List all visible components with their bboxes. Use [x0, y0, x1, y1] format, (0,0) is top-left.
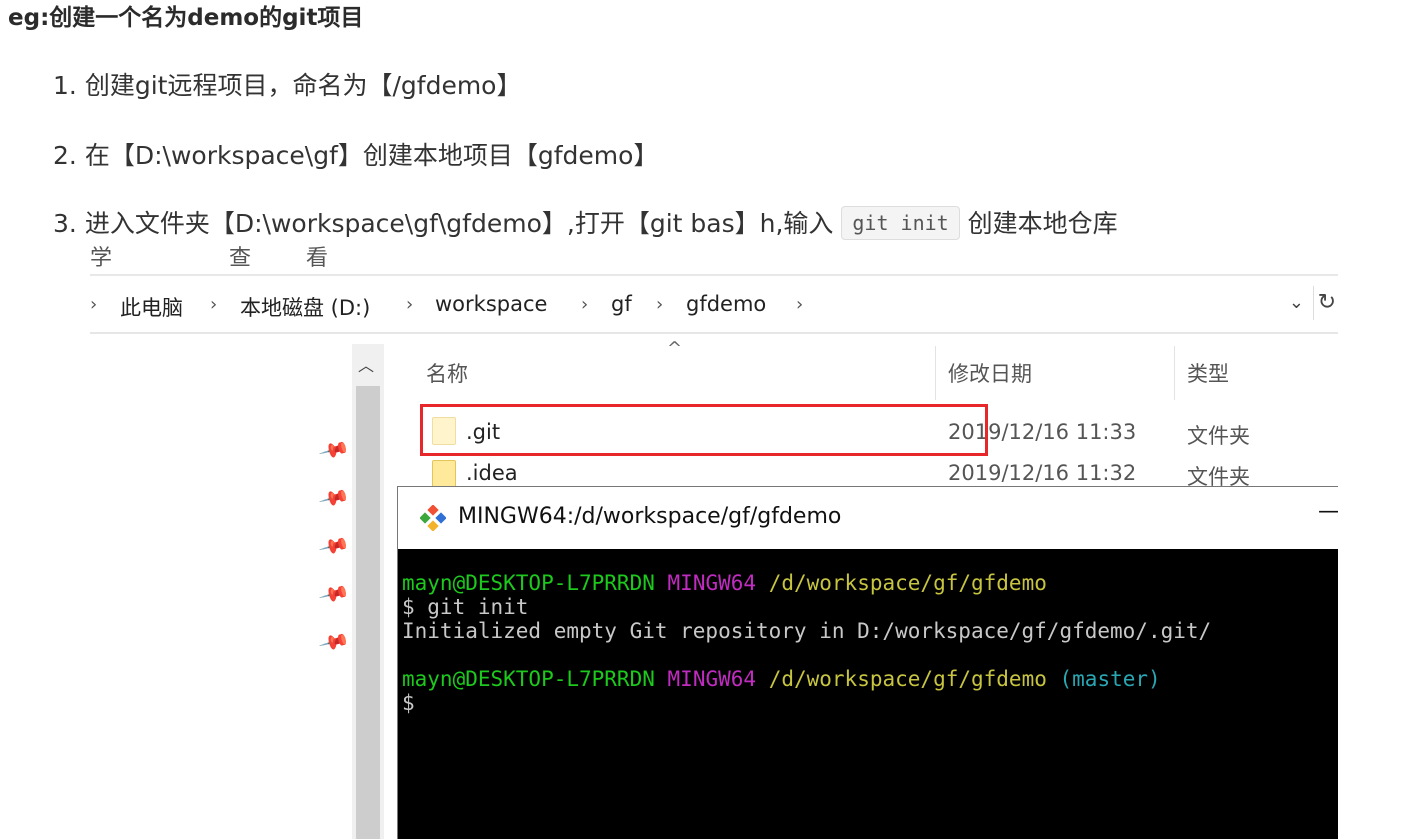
chevron-down-icon[interactable]: ⌄: [1289, 292, 1304, 313]
step-number: 2.: [53, 141, 77, 170]
chevron-right-icon: ›: [406, 294, 414, 315]
file-name: .idea: [466, 461, 518, 485]
prompt-user: mayn@DESKTOP-L7PRRDN: [402, 571, 655, 595]
terminal-title: MINGW64:/d/workspace/gf/gfdemo: [458, 504, 842, 529]
column-divider[interactable]: [935, 346, 936, 400]
chevron-right-icon: ›: [210, 294, 218, 315]
step-text: 创建git远程项目，命名为【/gfdemo】: [84, 71, 522, 100]
column-divider[interactable]: [1174, 346, 1175, 400]
ribbon-cut-text: 学 查看: [90, 246, 383, 271]
step-text: 进入文件夹【D:\workspace\gf\gfdemo】,打开【git bas…: [84, 209, 834, 238]
file-date: 2019/12/16 11:32: [948, 461, 1137, 485]
prompt-line: mayn@DESKTOP-L7PRRDN MINGW64 /d/workspac…: [402, 571, 1047, 595]
highlight-box: [420, 404, 988, 456]
step-text: 在【D:\workspace\gf】创建本地项目【gfdemo】: [84, 141, 659, 170]
address-bar[interactable]: › 此电脑 › 本地磁盘 (D:) › workspace › gf › gfd…: [90, 276, 1338, 334]
pin-icon[interactable]: 📌: [318, 433, 352, 466]
pin-icon[interactable]: 📌: [318, 481, 352, 514]
prompt-user: mayn@DESKTOP-L7PRRDN: [402, 667, 655, 691]
command-line: $ git init: [402, 595, 529, 619]
prompt-env: MINGW64: [667, 571, 757, 595]
pin-icon[interactable]: 📌: [318, 625, 352, 658]
step-item: 3. 进入文件夹【D:\workspace\gf\gfdemo】,打开【git b…: [53, 204, 1118, 242]
column-header-type[interactable]: 类型: [1187, 358, 1229, 388]
article-heading: eg:创建一个名为demo的git项目: [8, 5, 364, 31]
nav-scrollbar[interactable]: ︿: [352, 344, 384, 839]
chevron-up-icon[interactable]: ︿: [358, 352, 374, 376]
step-number: 1.: [53, 71, 77, 100]
step-item: 2. 在【D:\workspace\gf】创建本地项目【gfdemo】: [53, 136, 658, 172]
breadcrumb-item[interactable]: gf: [611, 292, 632, 316]
prompt-cursor: $: [402, 691, 415, 715]
chevron-right-icon: ›: [656, 294, 664, 315]
folder-icon: [432, 460, 456, 488]
prompt-path: /d/workspace/gf/gfdemo: [768, 667, 1047, 691]
minimize-icon[interactable]: —: [1318, 499, 1338, 524]
file-type: 文件夹: [1187, 424, 1250, 448]
chevron-right-icon: ›: [90, 294, 98, 315]
terminal-window[interactable]: MINGW64:/d/workspace/gf/gfdemo — mayn@DE…: [397, 486, 1338, 839]
breadcrumb-item[interactable]: 本地磁盘 (D:): [240, 292, 370, 322]
terminal-body[interactable]: mayn@DESKTOP-L7PRRDN MINGW64 /d/workspac…: [398, 549, 1338, 839]
prompt-path: /d/workspace/gf/gfdemo: [768, 571, 1047, 595]
column-header-date[interactable]: 修改日期: [948, 358, 1032, 388]
scrollbar-thumb[interactable]: [356, 386, 380, 839]
sort-ascending-icon: ^: [667, 338, 683, 359]
git-bash-icon: [420, 505, 446, 531]
explorer-screenshot: 学 查看 › 此电脑 › 本地磁盘 (D:) › workspace › gf …: [90, 240, 1338, 839]
refresh-icon[interactable]: ↻: [1318, 290, 1336, 315]
terminal-titlebar[interactable]: MINGW64:/d/workspace/gf/gfdemo —: [398, 487, 1338, 549]
pin-icon[interactable]: 📌: [318, 529, 352, 562]
step-text: 创建本地仓库: [967, 209, 1118, 238]
column-header-name[interactable]: 名称: [426, 358, 468, 388]
pin-icon[interactable]: 📌: [318, 577, 352, 610]
divider: [1313, 286, 1314, 320]
step-number: 3.: [53, 209, 77, 238]
prompt-branch: (master): [1059, 667, 1161, 691]
prompt-line: mayn@DESKTOP-L7PRRDN MINGW64 /d/workspac…: [402, 667, 1161, 691]
inline-code: git init: [841, 206, 960, 240]
chevron-right-icon: ›: [796, 294, 804, 315]
breadcrumb-item[interactable]: gfdemo: [686, 292, 766, 316]
prompt-env: MINGW64: [667, 667, 757, 691]
breadcrumb-item[interactable]: workspace: [435, 292, 547, 316]
breadcrumb-item[interactable]: 此电脑: [120, 292, 183, 322]
chevron-right-icon: ›: [581, 294, 589, 315]
output-line: Initialized empty Git repository in D:/w…: [402, 619, 1212, 643]
step-item: 1. 创建git远程项目，命名为【/gfdemo】: [53, 66, 521, 102]
